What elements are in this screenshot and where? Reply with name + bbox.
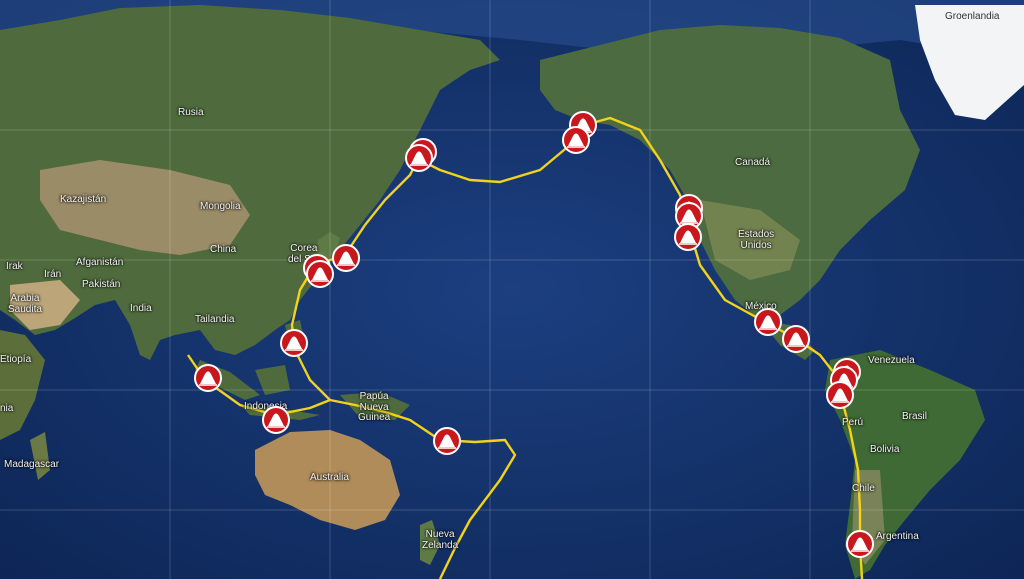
label-mongolia: Mongolia: [200, 201, 241, 212]
world-map[interactable]: Groenlandia Rusia Canadá Kazajistán Mong…: [0, 0, 1024, 579]
label-peru: Perú: [842, 417, 864, 428]
label-iran: Irán: [44, 269, 62, 280]
label-iraq: Irak: [6, 261, 23, 272]
volcano-marker[interactable]: [825, 380, 855, 410]
volcano-marker[interactable]: [561, 125, 591, 155]
label-india: India: [130, 303, 152, 314]
label-thailand: Tailandia: [195, 314, 235, 325]
volcano-icon: [280, 329, 308, 357]
volcano-icon: [674, 223, 702, 251]
label-pakistan: Pakistán: [82, 279, 121, 290]
label-canada: Canadá: [735, 157, 771, 168]
label-papua-new-guinea: Papúa Nueva Guinea: [358, 391, 391, 423]
volcano-marker[interactable]: [404, 143, 434, 173]
volcano-marker[interactable]: [193, 363, 223, 393]
label-united-states: Estados Unidos: [738, 229, 775, 251]
volcano-icon: [562, 126, 590, 154]
label-greenland: Groenlandia: [945, 11, 1000, 22]
volcano-icon: [332, 244, 360, 272]
volcano-icon: [194, 364, 222, 392]
label-russia: Rusia: [178, 107, 204, 118]
label-argentina: Argentina: [876, 531, 919, 542]
label-madagascar: Madagascar: [4, 459, 60, 470]
volcano-marker[interactable]: [673, 222, 703, 252]
volcano-icon: [782, 325, 810, 353]
label-kazakhstan: Kazajistán: [60, 194, 107, 205]
label-saudi-arabia: Arabia Saudita: [8, 293, 42, 315]
volcano-marker[interactable]: [305, 259, 335, 289]
volcano-marker[interactable]: [261, 405, 291, 435]
volcano-icon: [826, 381, 854, 409]
label-china: China: [210, 244, 237, 255]
volcano-icon: [306, 260, 334, 288]
label-new-zealand: Nueva Zelanda: [422, 529, 459, 551]
label-ethiopia: Etiopía: [0, 354, 32, 365]
volcano-icon: [846, 530, 874, 558]
volcano-icon: [433, 427, 461, 455]
volcano-marker[interactable]: [279, 328, 309, 358]
volcano-icon: [405, 144, 433, 172]
volcano-icon: [262, 406, 290, 434]
volcano-marker[interactable]: [432, 426, 462, 456]
label-afghanistan: Afganistán: [76, 257, 124, 268]
label-chile: Chile: [852, 483, 875, 494]
label-brazil: Brasil: [902, 411, 928, 422]
volcano-marker[interactable]: [753, 307, 783, 337]
label-venezuela: Venezuela: [868, 355, 915, 366]
volcano-icon: [754, 308, 782, 336]
label-kenya: nia: [0, 403, 14, 414]
volcano-marker[interactable]: [781, 324, 811, 354]
label-bolivia: Bolivia: [870, 444, 900, 455]
volcano-marker[interactable]: [331, 243, 361, 273]
volcano-marker[interactable]: [845, 529, 875, 559]
label-australia: Australia: [310, 472, 349, 483]
